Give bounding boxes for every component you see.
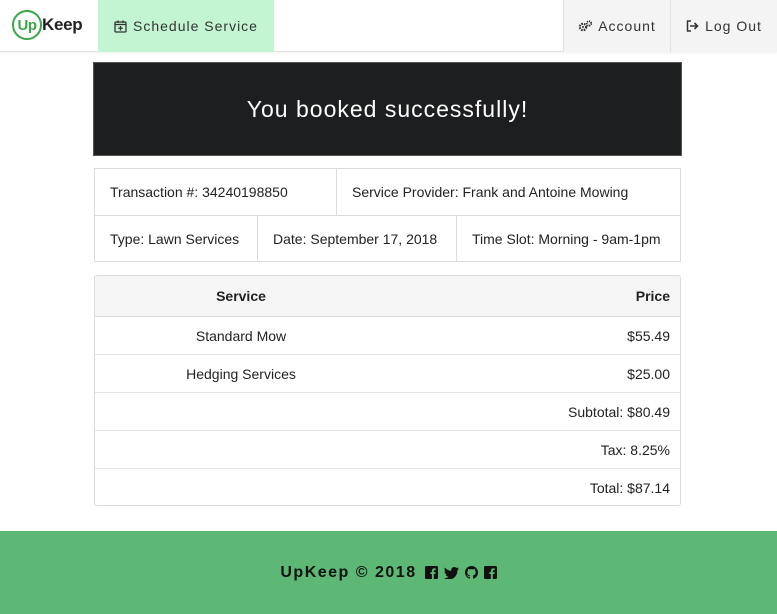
row-price: $55.49 — [627, 327, 670, 344]
success-banner: You booked successfully! — [93, 62, 682, 156]
service-type: Type: Lawn Services — [95, 216, 258, 261]
sign-out-icon — [686, 20, 699, 32]
time-slot: Time Slot: Morning - 9am-1pm — [472, 230, 661, 247]
github-icon[interactable] — [464, 566, 478, 579]
social-links — [419, 566, 497, 579]
navbar: Up Keep Schedule Service Account Log Out — [0, 0, 777, 52]
total-row: Total: $87.14 — [95, 469, 680, 505]
calendar-plus-icon — [114, 20, 127, 33]
footer: UpKeep © 2018 — [0, 531, 777, 614]
twitter-icon[interactable] — [443, 566, 459, 579]
nav-logout[interactable]: Log Out — [670, 0, 777, 52]
brand-logo-text: Keep — [42, 15, 83, 34]
row-service: Standard Mow — [195, 327, 287, 344]
subtotal-value: Subtotal: $80.49 — [568, 403, 670, 420]
nav-schedule-service[interactable]: Schedule Service — [98, 0, 274, 52]
facebook-icon[interactable] — [483, 566, 497, 579]
transaction-number: Transaction #: 34240198850 — [95, 169, 337, 216]
booking-details: Transaction #: 34240198850 Service Provi… — [94, 168, 681, 262]
booking-date: Date: September 17, 2018 — [258, 216, 457, 261]
footer-copyright: UpKeep © 2018 — [280, 563, 417, 581]
nav-logout-label: Log Out — [705, 18, 762, 34]
row-service: Hedging Services — [186, 365, 296, 382]
subtotal-row: Subtotal: $80.49 — [95, 393, 680, 431]
service-provider: Service Provider: Frank and Antoine Mowi… — [337, 169, 680, 216]
tax-value: Tax: 8.25% — [600, 441, 670, 458]
facebook-icon[interactable] — [424, 566, 438, 579]
gears-icon — [578, 20, 593, 32]
header-service: Service — [216, 288, 266, 304]
nav-account-label: Account — [598, 18, 656, 34]
header-price: Price — [635, 288, 670, 304]
table-row: Hedging Services $25.00 — [95, 355, 680, 393]
tax-row: Tax: 8.25% — [95, 431, 680, 469]
brand-logo-circle: Up — [12, 10, 42, 40]
brand-logo[interactable]: Up Keep — [12, 10, 83, 40]
table-row: Standard Mow $55.49 — [95, 317, 680, 355]
services-table: Service Price Standard Mow $55.49 Hedgin… — [94, 275, 681, 506]
total-value: Total: $87.14 — [589, 480, 670, 496]
nav-account[interactable]: Account — [563, 0, 670, 52]
success-title: You booked successfully! — [246, 95, 529, 122]
table-header: Service Price — [95, 276, 680, 317]
row-price: $25.00 — [627, 365, 670, 382]
nav-schedule-label: Schedule Service — [133, 18, 258, 34]
